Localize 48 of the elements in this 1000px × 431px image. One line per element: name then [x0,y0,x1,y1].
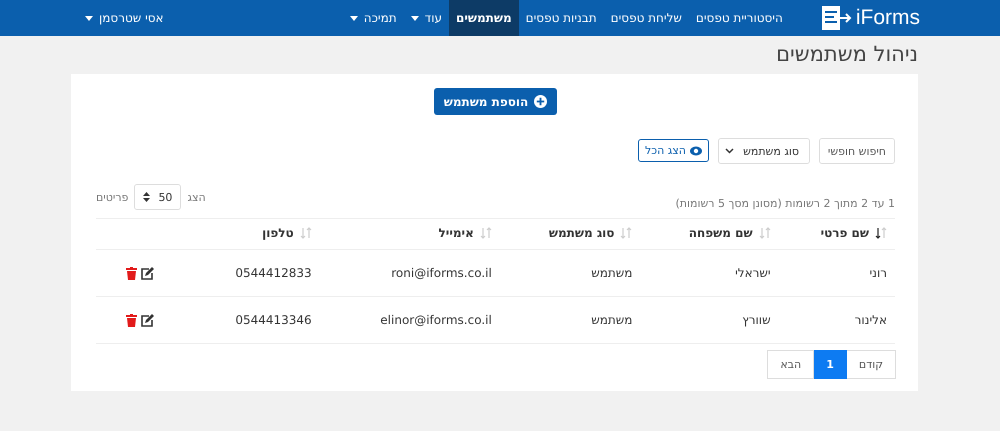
nav-item[interactable]: עוד [404,0,449,36]
table-cell: שוורץ [640,296,779,344]
sort-icon [480,227,492,239]
sort-icon [758,227,771,239]
user-menu[interactable]: אסי שטרסמן [78,0,171,36]
column-header[interactable]: אימייל [320,218,500,250]
table-cell: ישראלי [640,250,779,296]
table-cell: רוני [778,250,895,296]
eye-icon [690,146,702,156]
user-type-dropdown[interactable]: סוג משתמש [718,138,810,164]
nav-item[interactable]: היסטוריית טפסים [688,0,790,36]
table-cell: roni@iforms.co.il [320,250,500,296]
table-cell: elinor@iforms.co.il [320,296,500,344]
trash-icon[interactable] [126,266,137,280]
brand-logo[interactable]: iForms [822,0,920,36]
spinner-arrows-icon [143,192,150,202]
sort-icon [300,227,312,239]
column-header[interactable]: שם פרטי [778,218,895,250]
nav-item[interactable]: תבניות טפסים [518,0,604,36]
table-cell: 0544412833 [189,250,320,296]
edit-icon[interactable] [140,266,154,280]
nav-item[interactable]: שליחת טפסים [604,0,689,36]
page-size-select[interactable]: 50 [134,184,182,210]
edit-icon[interactable] [140,314,154,326]
table-cell: אלינור [778,296,895,344]
table-cell: משתמש [500,296,640,344]
add-user-button[interactable]: הוספת משתמש [434,88,558,115]
column-header[interactable]: סוג משתמש [500,218,640,250]
show-all-button[interactable]: הצג הכל [638,139,709,162]
trash-icon[interactable] [126,314,137,326]
page-title: ניהול משתמשים [775,41,918,68]
next-page-button[interactable]: הבא [767,350,814,379]
table-cell: משתמש [500,250,640,296]
column-header[interactable]: שם משפחה [640,218,779,250]
column-header[interactable]: טלפון [189,218,320,250]
sort-icon [875,227,887,239]
page-size-label: פריטים [96,190,128,204]
page-size-label: הצג [187,190,206,204]
previous-page-button[interactable]: קודם [846,350,896,379]
chevron-down-icon [725,148,734,154]
records-summary: 1 עד 2 מתוך 2 רשומות (מסונן מסך 5 רשומות) [675,197,895,210]
sort-icon [620,227,632,239]
plus-circle-icon [534,95,548,108]
nav-item[interactable]: תמיכה [342,0,404,36]
table-cell: 0544413346 [189,296,320,344]
search-field[interactable]: חיפוש חופשי [819,138,895,164]
page-button[interactable]: 1 [813,350,847,379]
nav-item[interactable]: משתמשים [448,0,519,36]
